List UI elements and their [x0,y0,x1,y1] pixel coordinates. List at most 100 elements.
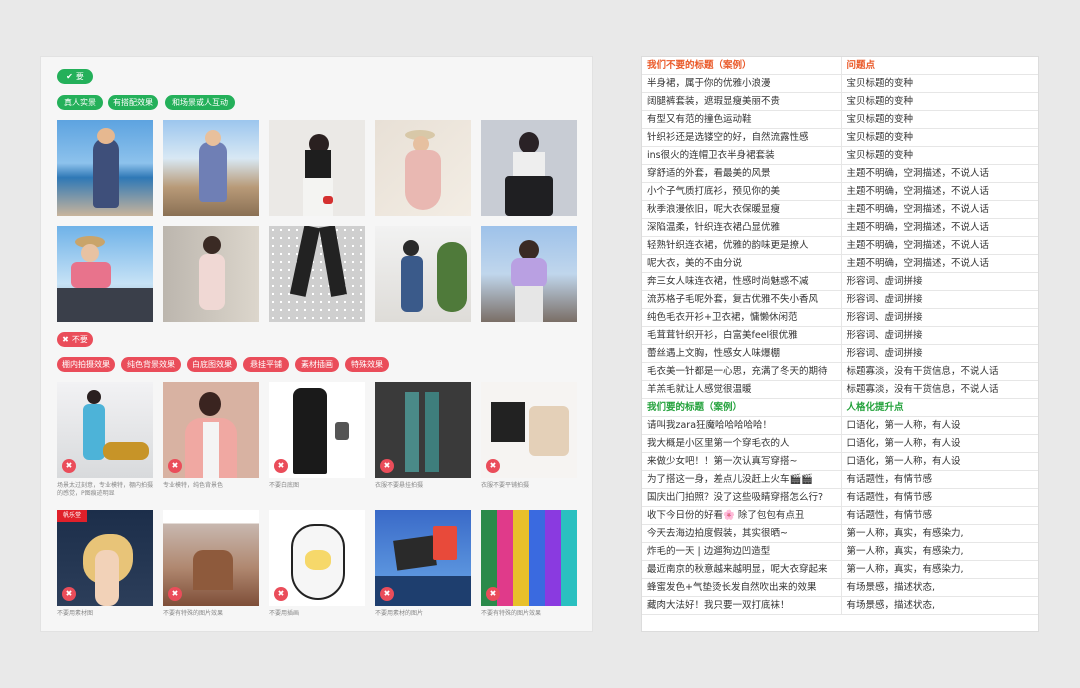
bad-photo: ✖ [481,510,577,606]
title-cell: 国庆出门拍照？没了这些吸睛穿搭怎么行? [642,488,842,507]
title-cell: 蜂蜜发色+气垫烫长发自然吹出来的效果 [642,578,842,597]
table-row: 有型又有范的撞色运动鞋 宝贝标题的变种 [642,110,1038,129]
table-row: 羊羔毛就让人感觉很温暖 标题寡淡，没有干货信息，不说人话 [642,380,1038,399]
title-cell: 针织衫还是选镂空的好，自然流露性感 [642,128,842,147]
photo-caption: 不要有特殊的图片效果 [163,610,224,617]
table-row: 为了搭这一身，差点儿没赶上火车🎬🎬 有话题性，有情节感 [642,470,1038,489]
table-row: 我大概是小区里第一个穿毛衣的人 口语化，第一人称，有人设 [642,434,1038,453]
title-cell: 有型又有范的撞色运动鞋 [642,110,842,129]
photo-caption: 衣服不要悬挂拍摄 [375,482,424,489]
good-photo [269,120,365,216]
title-cell: 流苏格子毛呢外套，复古优雅不失小香风 [642,290,842,309]
close-icon: ✖ [274,587,288,601]
check-icon: ✔ [66,72,73,81]
issue-cell: 第一人称，真实，有感染力, [841,560,1038,579]
photo-caption: 不要白底图 [269,482,300,489]
photo-caption: 专业模特，纯色背景色 [163,482,224,489]
table-row: ins很火的连帽卫衣半身裙套装 宝贝标题的变种 [642,146,1038,165]
title-cell: 蕾丝遇上文胸，性感女人味爆棚 [642,344,842,363]
close-icon: ✖ [168,587,182,601]
table-row: 小个子气质打底衫，预见你的美 主题不明确，空洞描述，不说人话 [642,182,1038,201]
table-row: 来做少女吧！！第一次认真写穿搭~ 口语化，第一人称，有人设 [642,452,1038,471]
title-cell: 秋季浪漫依旧，呢大衣保暖显瘦 [642,200,842,219]
photo-caption: 不要用素材的图片 [375,610,424,617]
good-tag: 和场景或人互动 [165,95,235,110]
close-icon: ✖ [168,459,182,473]
bad-photo: ✖ [375,510,471,606]
close-icon: ✖ [274,459,288,473]
issue-cell: 有话题性，有情节感 [841,470,1038,489]
bad-photo: 帆乐堂 ✖ [57,510,153,606]
table: 我们不要的标题（案例） 问题点 半身裙，属于你的优雅小浪漫 宝贝标题的变种 阔腿裤套装，… [642,57,1038,615]
title-cell: 毛衣美一针都是一心思，充满了冬天的期待 [642,362,842,381]
title-cell: 藏肉大法好！我只要一双打底袜！ [642,596,842,615]
table-row: 请叫我zara狂魔哈哈哈哈哈！ 口语化，第一人称，有人设 [642,416,1038,435]
title-cell: 我们不要的标题（案例） [642,57,842,75]
title-cell: 小个子气质打底衫，预见你的美 [642,182,842,201]
good-photo [481,120,577,216]
good-photo [57,120,153,216]
bad-tag: 白底图效果 [187,357,237,372]
title-cell: 毛茸茸针织开衫，白富美feel很优雅 [642,326,842,345]
bad-photo: ✖ [163,510,259,606]
issue-cell: 宝贝标题的变种 [841,128,1038,147]
left-panel: ✔ 要 真人实景 有搭配效果 和场景或人互动 ✖ 不要 棚内拍摄效果 纯色背景效… [40,56,593,632]
issue-cell: 宝贝标题的变种 [841,92,1038,111]
bad-badge: ✖ 不要 [57,332,93,347]
issue-cell: 宝贝标题的变种 [841,110,1038,129]
issue-cell: 主题不明确，空洞描述，不说人话 [841,218,1038,237]
title-cell: 最近南京的秋意越来越明显，呢大衣穿起来 [642,560,842,579]
title-cell: ins很火的连帽卫衣半身裙套装 [642,146,842,165]
title-cell: 奔三女人味连衣裙，性感时尚魅惑不减 [642,272,842,291]
issue-cell: 有场景感，描述状态, [841,578,1038,597]
good-badge: ✔ 要 [57,69,93,84]
table-row: 炸毛的一天 | 边遛狗边凹造型 第一人称，真实，有感染力, [642,542,1038,561]
title-cell: 深陷温柔，针织连衣裙凸显优雅 [642,218,842,237]
table-row: 毛衣美一针都是一心思，充满了冬天的期待 标题寡淡，没有干货信息，不说人话 [642,362,1038,381]
bad-photo: ✖ [269,382,365,478]
issue-cell: 宝贝标题的变种 [841,74,1038,93]
table-row: 针织衫还是选镂空的好，自然流露性感 宝贝标题的变种 [642,128,1038,147]
bad-tag: 纯色背景效果 [121,357,181,372]
issue-cell: 口语化，第一人称，有人设 [841,416,1038,435]
issue-cell: 主题不明确，空洞描述，不说人话 [841,182,1038,201]
bad-tag: 特殊效果 [345,357,389,372]
issue-cell: 主题不明确，空洞描述，不说人话 [841,200,1038,219]
table-row: 深陷温柔，针织连衣裙凸显优雅 主题不明确，空洞描述，不说人话 [642,218,1038,237]
photo-caption: 不要有特殊的图片效果 [481,610,542,617]
title-cell: 请叫我zara狂魔哈哈哈哈哈！ [642,416,842,435]
table-row: 呢大衣，美的不由分说 主题不明确，空洞描述，不说人话 [642,254,1038,273]
table-row: 收下今日份的好看🌸 除了包包有点丑 有话题性，有情节感 [642,506,1038,525]
bad-photo: ✖ [269,510,365,606]
title-cell: 半身裙，属于你的优雅小浪漫 [642,74,842,93]
bad-tag: 悬挂平铺 [243,357,289,372]
bad-tag: 素材插画 [295,357,339,372]
table-row: 轻熟针织连衣裙，优雅的韵味更是撩人 主题不明确，空洞描述，不说人话 [642,236,1038,255]
table-header: 我们不要的标题（案例） 问题点 [642,57,1038,75]
photo-caption: 不要用素材图 [57,610,94,617]
issue-cell: 口语化，第一人称，有人设 [841,452,1038,471]
title-cell: 今天去海边拍度假装，其实很晒~ [642,524,842,543]
photo-caption: 衣服不要平铺拍摄 [481,482,530,489]
table-row: 流苏格子毛呢外套，复古优雅不失小香风 形容词、虚词拼接 [642,290,1038,309]
table-header: 我们要的标题（案例） 人格化提升点 [642,398,1038,417]
issue-cell: 形容词、虚词拼接 [841,326,1038,345]
issue-cell: 第一人称，真实，有感染力, [841,542,1038,561]
close-icon: ✖ [380,587,394,601]
issue-cell: 主题不明确，空洞描述，不说人话 [841,254,1038,273]
close-icon: ✖ [486,459,500,473]
title-cell: 轻熟针织连衣裙，优雅的韵味更是撩人 [642,236,842,255]
issue-cell: 有话题性，有情节感 [841,488,1038,507]
title-cell: 炸毛的一天 | 边遛狗边凹造型 [642,542,842,561]
good-photo [481,226,577,322]
close-icon: ✖ [62,335,69,344]
good-tag: 有搭配效果 [108,95,158,110]
issue-cell: 形容词、虚词拼接 [841,344,1038,363]
bad-photo: ✖ [163,382,259,478]
close-icon: ✖ [62,587,76,601]
good-photo [163,226,259,322]
good-photo [163,120,259,216]
title-cell: 羊羔毛就让人感觉很温暖 [642,380,842,399]
issue-cell: 主题不明确，空洞描述，不说人话 [841,164,1038,183]
table-row: 毛茸茸针织开衫，白富美feel很优雅 形容词、虚词拼接 [642,326,1038,345]
